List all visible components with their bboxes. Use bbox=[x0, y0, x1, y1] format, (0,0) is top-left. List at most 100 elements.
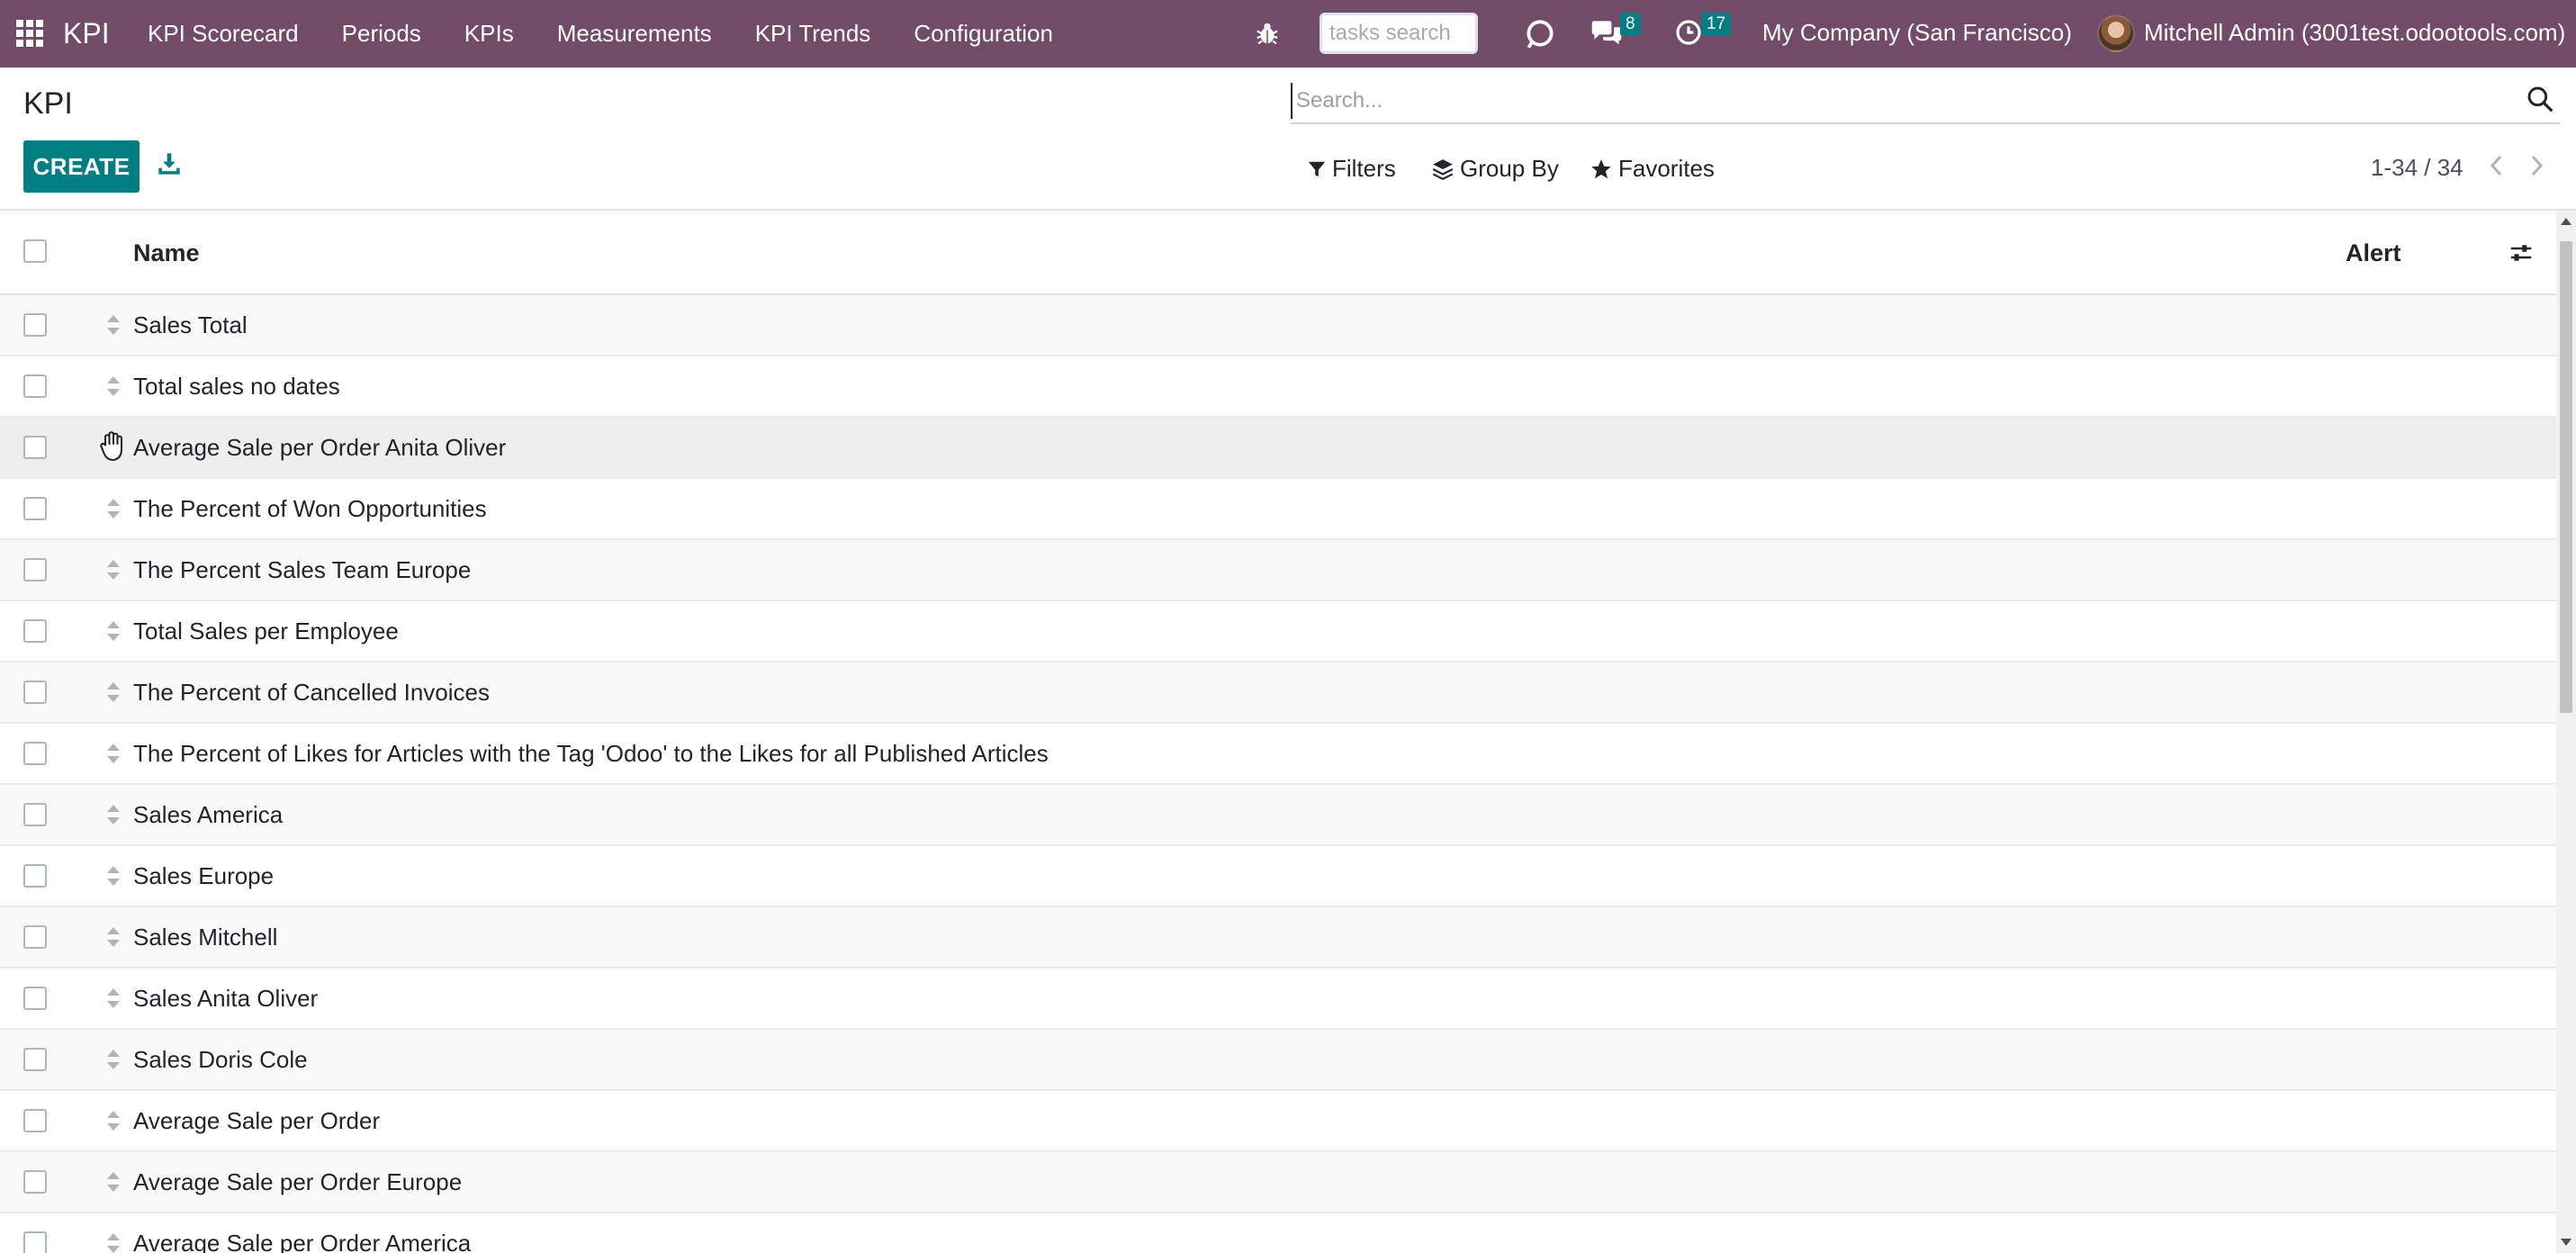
row-name-cell[interactable]: Sales Doris Cole bbox=[133, 1046, 308, 1074]
row-checkbox[interactable] bbox=[23, 558, 47, 581]
debug-bug-icon[interactable] bbox=[1254, 20, 1281, 47]
filters-button[interactable]: Filters bbox=[1307, 155, 1396, 183]
table-row[interactable]: The Percent Sales Team Europe bbox=[0, 540, 2556, 601]
apps-menu-icon[interactable] bbox=[16, 20, 43, 47]
table-row[interactable]: Sales Total bbox=[0, 295, 2556, 356]
row-checkbox[interactable] bbox=[23, 1048, 47, 1071]
drag-handle-icon[interactable] bbox=[103, 1107, 124, 1134]
row-checkbox[interactable] bbox=[23, 313, 47, 337]
drag-handle-icon[interactable] bbox=[103, 1046, 124, 1073]
sync-icon[interactable] bbox=[1523, 16, 1557, 50]
row-checkbox[interactable] bbox=[23, 497, 47, 520]
table-row[interactable]: Average Sale per Order America bbox=[0, 1213, 2556, 1253]
row-name-cell[interactable]: The Percent of Likes for Articles with t… bbox=[133, 740, 1049, 768]
table-row[interactable]: Average Sale per Order Europe bbox=[0, 1152, 2556, 1213]
menu-kpis[interactable]: KPIs bbox=[443, 0, 536, 68]
row-name-cell[interactable]: The Percent Sales Team Europe bbox=[133, 556, 471, 584]
row-name-cell[interactable]: Sales Mitchell bbox=[133, 924, 277, 951]
drag-handle-icon[interactable] bbox=[103, 924, 124, 951]
table-row[interactable]: Total Sales per Employee bbox=[0, 601, 2556, 663]
row-name-cell[interactable]: Average Sale per Order Anita Oliver bbox=[133, 434, 506, 462]
menu-periods[interactable]: Periods bbox=[320, 0, 443, 68]
drag-handle-icon[interactable] bbox=[103, 311, 124, 338]
row-checkbox[interactable] bbox=[23, 436, 47, 459]
table-row[interactable]: The Percent of Likes for Articles with t… bbox=[0, 724, 2556, 785]
row-name-cell[interactable]: Sales Europe bbox=[133, 862, 274, 890]
row-checkbox[interactable] bbox=[23, 374, 47, 398]
row-checkbox[interactable] bbox=[23, 681, 47, 704]
tasks-search-input[interactable] bbox=[1320, 13, 1478, 54]
scroll-thumb[interactable] bbox=[2560, 241, 2572, 713]
table-row[interactable]: Average Sale per Order bbox=[0, 1091, 2556, 1152]
menu-kpi-scorecard[interactable]: KPI Scorecard bbox=[126, 0, 320, 68]
row-name-cell[interactable]: The Percent of Won Opportunities bbox=[133, 495, 487, 523]
download-icon[interactable] bbox=[157, 151, 182, 176]
drag-handle-icon[interactable] bbox=[103, 617, 124, 645]
row-name-cell[interactable]: Average Sale per Order America bbox=[133, 1230, 471, 1253]
table-row[interactable]: Sales Mitchell bbox=[0, 907, 2556, 969]
table-row[interactable]: Sales Anita Oliver bbox=[0, 969, 2556, 1030]
table-row[interactable]: The Percent of Won Opportunities bbox=[0, 479, 2556, 540]
pager-value[interactable]: 1-34 / 34 bbox=[2371, 154, 2463, 182]
user-menu[interactable]: Mitchell Admin (3001test.odootools.com) bbox=[2144, 19, 2565, 47]
row-checkbox[interactable] bbox=[23, 864, 47, 888]
company-switcher[interactable]: My Company (San Francisco) bbox=[1762, 19, 2072, 47]
group-by-button[interactable]: Group By bbox=[1431, 155, 1559, 183]
optional-columns-icon[interactable] bbox=[2508, 239, 2535, 266]
table-row[interactable]: Sales America bbox=[0, 785, 2556, 846]
drag-handle-icon[interactable] bbox=[103, 373, 124, 400]
row-checkbox[interactable] bbox=[23, 925, 47, 949]
table-row[interactable]: The Percent of Cancelled Invoices bbox=[0, 663, 2556, 724]
drag-handle-icon[interactable] bbox=[103, 1168, 124, 1195]
column-header-alert[interactable]: Alert bbox=[2346, 239, 2401, 267]
table-row[interactable]: Average Sale per Order Anita Oliver bbox=[0, 418, 2556, 479]
messages-count-badge: 8 bbox=[1620, 13, 1641, 36]
pager-previous-icon[interactable] bbox=[2486, 153, 2508, 178]
menu-kpi-trends[interactable]: KPI Trends bbox=[734, 0, 893, 68]
table-row[interactable]: Sales Doris Cole bbox=[0, 1030, 2556, 1091]
row-name-cell[interactable]: Sales America bbox=[133, 801, 283, 829]
vertical-scrollbar[interactable] bbox=[2556, 211, 2576, 1253]
drag-handle-icon[interactable] bbox=[103, 862, 124, 889]
row-checkbox[interactable] bbox=[23, 619, 47, 643]
star-icon bbox=[1591, 158, 1611, 178]
row-checkbox[interactable] bbox=[23, 987, 47, 1010]
row-checkbox[interactable] bbox=[23, 1170, 47, 1194]
drag-handle-icon[interactable] bbox=[103, 556, 124, 583]
row-checkbox[interactable] bbox=[23, 803, 47, 826]
create-button[interactable]: CREATE bbox=[23, 140, 140, 193]
activities-clock-icon[interactable] bbox=[1674, 18, 1703, 47]
row-name-cell[interactable]: Average Sale per Order bbox=[133, 1107, 380, 1135]
row-checkbox[interactable] bbox=[23, 1109, 47, 1132]
user-avatar[interactable] bbox=[2097, 14, 2135, 52]
menu-configuration[interactable]: Configuration bbox=[892, 0, 1075, 68]
messages-icon[interactable] bbox=[1590, 18, 1624, 49]
row-name-cell[interactable]: Sales Total bbox=[133, 311, 248, 339]
table-row[interactable]: Total sales no dates bbox=[0, 356, 2556, 418]
scroll-down-arrow-icon[interactable] bbox=[2561, 1239, 2571, 1246]
search-icon[interactable] bbox=[2526, 85, 2554, 113]
drag-handle-icon[interactable] bbox=[103, 740, 124, 767]
row-checkbox[interactable] bbox=[23, 742, 47, 765]
top-menu: KPI Scorecard Periods KPIs Measurements … bbox=[126, 0, 1075, 68]
drag-handle-icon[interactable] bbox=[103, 1230, 124, 1253]
row-name-cell[interactable]: Total Sales per Employee bbox=[133, 617, 399, 645]
drag-handle-icon[interactable] bbox=[103, 495, 124, 522]
drag-handle-icon[interactable] bbox=[103, 679, 124, 706]
table-row[interactable]: Sales Europe bbox=[0, 846, 2556, 907]
search-input[interactable] bbox=[1291, 83, 2506, 119]
menu-measurements[interactable]: Measurements bbox=[536, 0, 734, 68]
drag-handle-icon[interactable] bbox=[103, 985, 124, 1012]
favorites-button[interactable]: Favorites bbox=[1590, 155, 1715, 183]
row-name-cell[interactable]: Average Sale per Order Europe bbox=[133, 1168, 462, 1196]
app-name[interactable]: KPI bbox=[63, 17, 110, 50]
row-name-cell[interactable]: Total sales no dates bbox=[133, 373, 340, 401]
column-header-name[interactable]: Name bbox=[133, 239, 200, 267]
pager-next-icon[interactable] bbox=[2526, 153, 2547, 178]
row-name-cell[interactable]: The Percent of Cancelled Invoices bbox=[133, 679, 490, 707]
row-checkbox[interactable] bbox=[23, 1231, 47, 1253]
scroll-up-arrow-icon[interactable] bbox=[2561, 218, 2571, 225]
drag-handle-icon[interactable] bbox=[103, 801, 124, 828]
select-all-checkbox[interactable] bbox=[23, 239, 47, 263]
row-name-cell[interactable]: Sales Anita Oliver bbox=[133, 985, 318, 1013]
